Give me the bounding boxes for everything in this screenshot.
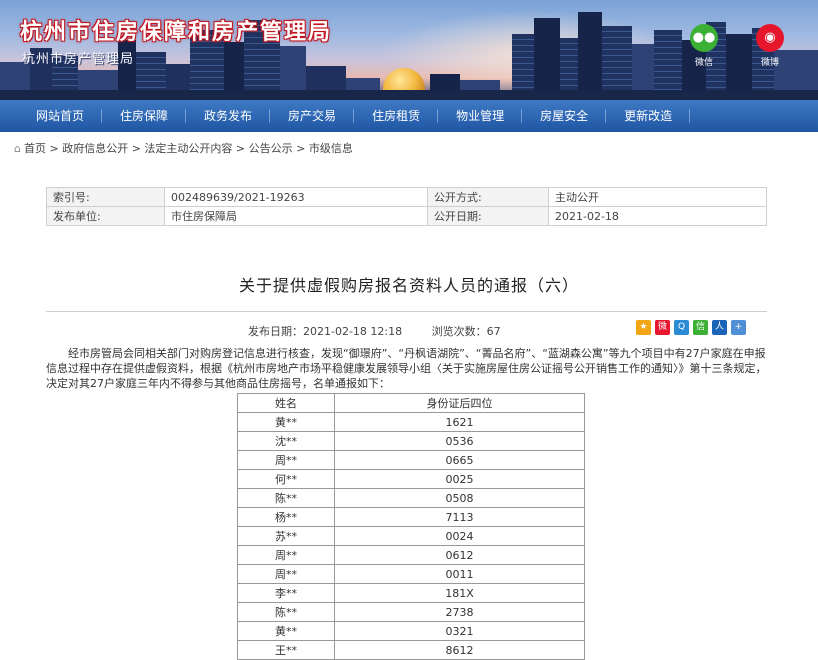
- cell-id: 0321: [334, 621, 585, 641]
- table-row: 苏** 0024: [237, 526, 585, 546]
- cell-name: 何**: [237, 469, 335, 489]
- breadcrumb-text[interactable]: 首页 > 政府信息公开 > 法定主动公开内容 > 公告公示 > 市级信息: [24, 142, 353, 155]
- nav-renewal[interactable]: 更新改造: [606, 100, 691, 132]
- nav-rental[interactable]: 住房租赁: [354, 100, 439, 132]
- home-icon[interactable]: ⌂: [14, 142, 21, 155]
- table-row: 陈** 2738: [237, 602, 585, 622]
- cell-name: 苏**: [237, 526, 335, 546]
- index-label: 索引号:: [46, 187, 165, 207]
- weibo-icon: ◉: [756, 24, 784, 52]
- date-value: 2021-02-18: [548, 206, 767, 226]
- header-id-suffix: 身份证后四位: [334, 393, 585, 413]
- cell-name: 李**: [237, 583, 335, 603]
- cell-id: 8612: [334, 640, 585, 660]
- renren-icon[interactable]: 人: [712, 320, 727, 335]
- wechat-icon: ●●: [690, 24, 718, 52]
- qq-icon[interactable]: Q: [674, 320, 689, 335]
- publish-time: 发布日期：2021-02-18 12:18: [248, 325, 403, 338]
- cell-id: 0024: [334, 526, 585, 546]
- nav-house-safety[interactable]: 房屋安全: [522, 100, 607, 132]
- names-table: 姓名 身份证后四位 黄** 1621 沈** 0536 周** 0665 何** 002…: [237, 393, 585, 660]
- breadcrumb: ⌂ 首页 > 政府信息公开 > 法定主动公开内容 > 公告公示 > 市级信息: [14, 140, 353, 156]
- table-row: 陈** 0508: [237, 488, 585, 508]
- wechat-share-icon[interactable]: 信: [693, 320, 708, 335]
- cell-id: 2738: [334, 602, 585, 622]
- cell-name: 周**: [237, 450, 335, 470]
- cell-id: 181X: [334, 583, 585, 603]
- header-banner: 杭州市住房保障和房产管理局 杭州市房产管理局 ●● 微信 ◉ 微博: [0, 0, 818, 100]
- weibo-share-icon[interactable]: 微: [655, 320, 670, 335]
- article-title: 关于提供虚假购房报名资料人员的通报（六）: [238, 276, 579, 295]
- river: [0, 90, 818, 100]
- nav-gov-release[interactable]: 政务发布: [186, 100, 271, 132]
- cell-name: 陈**: [237, 488, 335, 508]
- cell-id: 0025: [334, 469, 585, 489]
- table-row: 黄** 0321: [237, 621, 585, 641]
- view-count: 浏览次数：67: [431, 325, 501, 338]
- cell-name: 杨**: [237, 507, 335, 527]
- table-row: 周** 0612: [237, 545, 585, 565]
- article-body: 经市房管局会同相关部门对购房登记信息进行核查，发现“御璟府”、“丹枫语湖院”、“…: [46, 347, 767, 390]
- cell-name: 周**: [237, 564, 335, 584]
- nav-housing-security[interactable]: 住房保障: [102, 100, 187, 132]
- wechat-label: 微信: [694, 58, 713, 68]
- cell-id: 0536: [334, 431, 585, 451]
- cell-name: 陈**: [237, 602, 335, 622]
- org-value: 市住房保障局: [164, 206, 428, 226]
- nav-property-mgmt[interactable]: 物业管理: [438, 100, 523, 132]
- building: [578, 12, 602, 100]
- qzone-icon[interactable]: ★: [636, 320, 651, 335]
- article-meta: 发布日期：2021-02-18 12:18 浏览次数：67: [248, 323, 527, 339]
- weibo-label: 微博: [760, 58, 779, 68]
- index-value: 002489639/2021-19263: [164, 187, 428, 207]
- method-value: 主动公开: [548, 187, 767, 207]
- share-bar: ★ 微 Q 信 人 +: [636, 320, 746, 335]
- table-row: 黄** 1621: [237, 412, 585, 432]
- document-info-table: 索引号: 002489639/2021-19263 公开方式: 主动公开 发布单…: [46, 187, 767, 226]
- main-nav: 网站首页 住房保障 政务发布 房产交易 住房租赁 物业管理 房屋安全 更新改造: [0, 100, 818, 132]
- cell-id: 0612: [334, 545, 585, 565]
- cell-id: 1621: [334, 412, 585, 432]
- table-row: 李** 181X: [237, 583, 585, 603]
- org-label: 发布单位:: [46, 206, 165, 226]
- method-label: 公开方式:: [427, 187, 549, 207]
- cell-id: 0508: [334, 488, 585, 508]
- cell-name: 黄**: [237, 412, 335, 432]
- nav-home[interactable]: 网站首页: [18, 100, 103, 132]
- more-share-icon[interactable]: +: [731, 320, 746, 335]
- cell-name: 周**: [237, 545, 335, 565]
- date-label: 公开日期:: [427, 206, 549, 226]
- cell-name: 沈**: [237, 431, 335, 451]
- cell-name: 王**: [237, 640, 335, 660]
- table-row: 王** 8612: [237, 640, 585, 660]
- site-title: 杭州市住房保障和房产管理局: [20, 19, 333, 45]
- table-row: 沈** 0536: [237, 431, 585, 451]
- header-name: 姓名: [237, 393, 335, 413]
- building: [602, 26, 632, 100]
- title-divider: [46, 311, 767, 312]
- nav-property-trade[interactable]: 房产交易: [270, 100, 355, 132]
- table-row: 杨** 7113: [237, 507, 585, 527]
- building: [534, 18, 560, 100]
- weibo-link[interactable]: ◉ 微博: [752, 24, 788, 68]
- table-row: 周** 0665: [237, 450, 585, 470]
- cell-id: 7113: [334, 507, 585, 527]
- wechat-link[interactable]: ●● 微信: [686, 24, 722, 68]
- cell-id: 0011: [334, 564, 585, 584]
- site-subtitle: 杭州市房产管理局: [22, 52, 135, 67]
- table-header-row: 姓名 身份证后四位: [237, 393, 585, 413]
- cell-name: 黄**: [237, 621, 335, 641]
- cell-id: 0665: [334, 450, 585, 470]
- table-row: 周** 0011: [237, 564, 585, 584]
- table-row: 何** 0025: [237, 469, 585, 489]
